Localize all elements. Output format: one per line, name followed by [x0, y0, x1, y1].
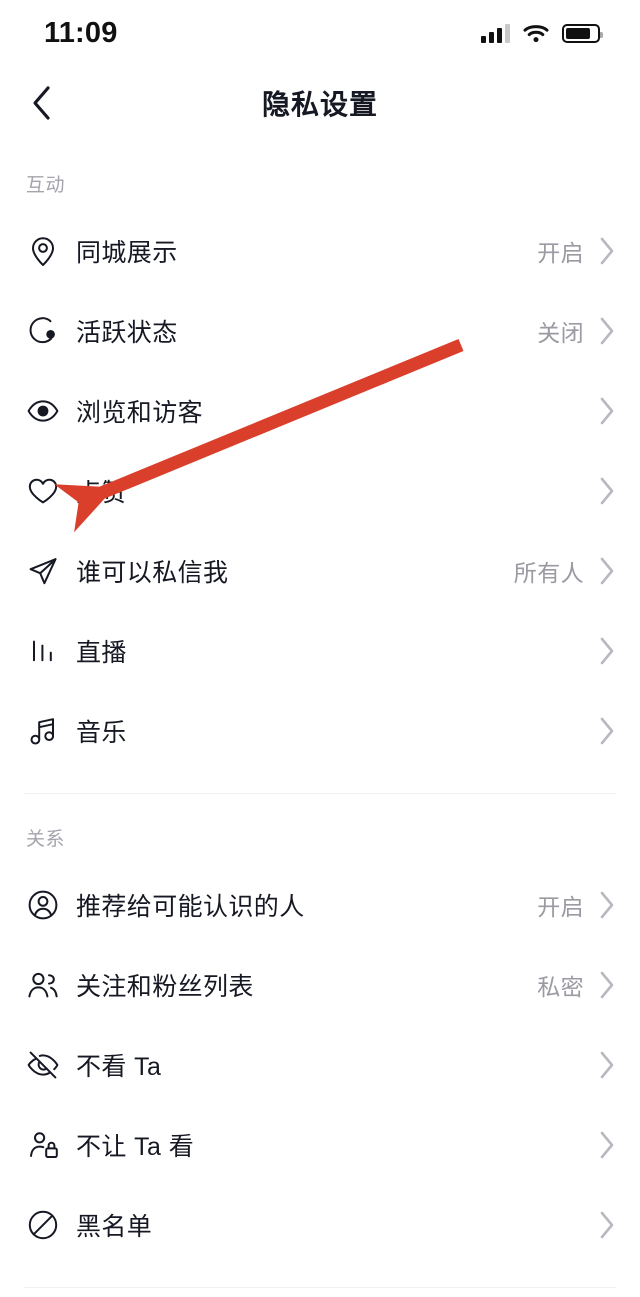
music-note-icon: [26, 714, 60, 748]
settings-row[interactable]: 黑名单: [0, 1185, 640, 1265]
section-header: 关系: [26, 829, 66, 850]
live-bars-icon: [26, 634, 60, 668]
settings-row[interactable]: 关注和粉丝列表 私密: [0, 945, 640, 1025]
activity-status-icon: [26, 314, 60, 348]
battery-icon: [562, 23, 603, 43]
settings-row-label: 音乐: [76, 719, 127, 747]
chevron-right-icon: [598, 717, 616, 745]
settings-row-label: 同城展示: [76, 239, 178, 267]
chevron-right-icon: [598, 237, 616, 265]
status-bar: 11:09: [0, 0, 640, 66]
settings-row[interactable]: 浏览和访客: [0, 371, 640, 451]
settings-row-value: 关闭: [537, 320, 584, 346]
eye-off-icon: [26, 1048, 60, 1082]
settings-list: 互动 同城展示 开启 活跃状态 关闭 浏览和访客 点赞 谁可以私信我 所有人 直播 音乐 关系 推荐给可…: [0, 140, 640, 1297]
chevron-right-icon: [598, 971, 616, 999]
settings-row[interactable]: 谁可以私信我 所有人: [0, 531, 640, 611]
block-circle-icon: [26, 1208, 60, 1242]
settings-row-value: 所有人: [513, 560, 584, 586]
settings-row[interactable]: 直播: [0, 611, 640, 691]
settings-row-label: 谁可以私信我: [76, 559, 229, 587]
section-header: 互动: [26, 175, 66, 196]
settings-row[interactable]: 推荐给可能认识的人 开启: [0, 865, 640, 945]
chevron-right-icon: [598, 1211, 616, 1239]
chevron-right-icon: [598, 477, 616, 505]
wifi-icon: [523, 25, 549, 43]
status-time: 11:09: [44, 16, 118, 49]
location-pin-icon: [26, 234, 60, 268]
chevron-right-icon: [598, 1051, 616, 1079]
settings-row-label: 关注和粉丝列表: [76, 973, 254, 1001]
settings-row[interactable]: 不让 Ta 看: [0, 1105, 640, 1185]
eye-icon: [26, 394, 60, 428]
navigation-bar: 隐私设置: [0, 66, 640, 140]
settings-row-label: 推荐给可能认识的人: [76, 893, 305, 921]
chevron-left-icon: [33, 86, 50, 120]
privacy-settings-screen: 11:09 隐私设置 互动 同城展示 开启 活跃状态 关闭 浏览和访客 点赞 谁可以私信我 所有…: [0, 0, 640, 1297]
cellular-signal-icon: [481, 23, 510, 43]
chevron-right-icon: [598, 317, 616, 345]
page-title: 隐私设置: [261, 89, 378, 120]
chevron-right-icon: [598, 891, 616, 919]
chevron-right-icon: [598, 397, 616, 425]
settings-row-label: 直播: [76, 639, 127, 667]
section-header: 帐号: [0, 1288, 640, 1297]
people-group-icon: [26, 968, 60, 1002]
settings-row[interactable]: 活跃状态 关闭: [0, 291, 640, 371]
settings-row-label: 活跃状态: [76, 319, 178, 347]
settings-row[interactable]: 音乐: [0, 691, 640, 771]
back-button[interactable]: [20, 81, 64, 125]
settings-row-value: 开启: [537, 240, 584, 266]
settings-row-label: 不看 Ta: [76, 1053, 162, 1081]
settings-row-value: 开启: [537, 894, 584, 920]
settings-row[interactable]: 点赞: [0, 451, 640, 531]
settings-row[interactable]: 不看 Ta: [0, 1025, 640, 1105]
status-indicators: [481, 23, 603, 43]
person-circle-icon: [26, 888, 60, 922]
settings-row-label: 不让 Ta 看: [76, 1133, 195, 1161]
chevron-right-icon: [598, 637, 616, 665]
settings-row-value: 私密: [537, 974, 584, 1000]
chevron-right-icon: [598, 557, 616, 585]
chevron-right-icon: [598, 1131, 616, 1159]
settings-row-label: 点赞: [76, 479, 127, 507]
settings-row-label: 黑名单: [76, 1213, 153, 1241]
person-lock-icon: [26, 1128, 60, 1162]
send-message-icon: [26, 554, 60, 588]
settings-row[interactable]: 同城展示 开启: [0, 211, 640, 291]
heart-icon: [26, 474, 60, 508]
settings-row-label: 浏览和访客: [76, 399, 204, 427]
